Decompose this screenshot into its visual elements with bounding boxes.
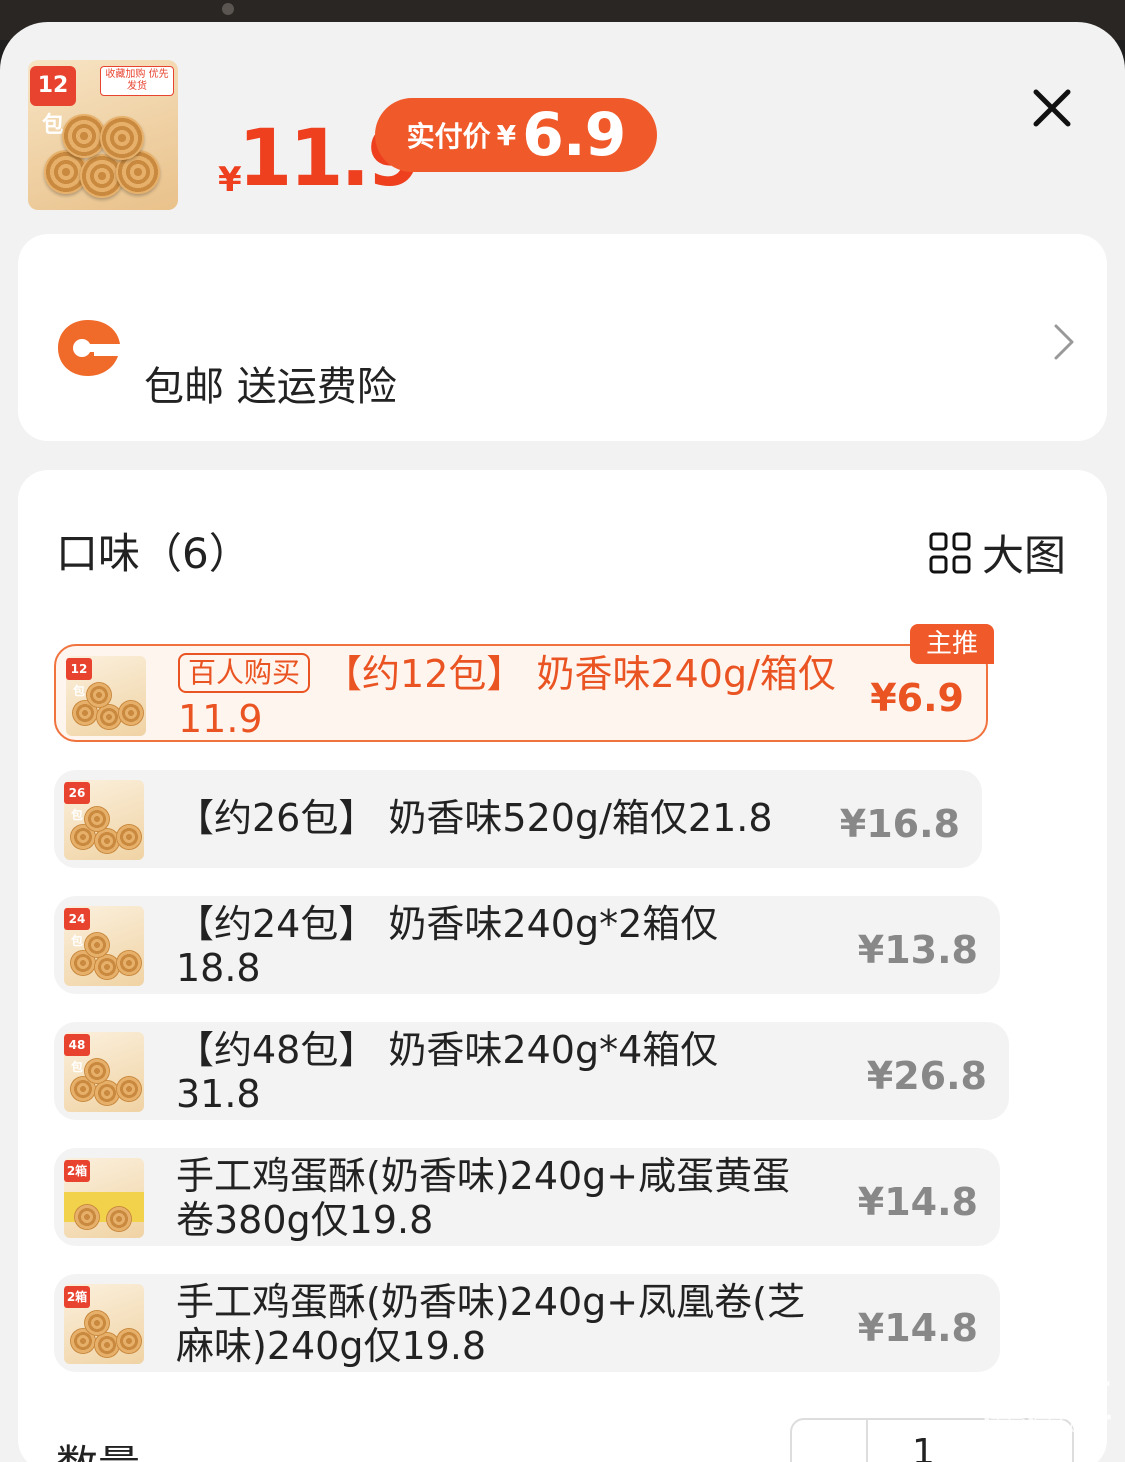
variant-name: 【约26包】 奶香味520g/箱仅21.8 <box>176 796 773 840</box>
variant-badge: 2箱 <box>64 1160 90 1182</box>
quantity-label: 数量 <box>56 1432 140 1462</box>
actual-price-pill: 实付价 ¥ 6.9 <box>375 98 657 172</box>
shipping-card[interactable]: 包邮 送运费险 <box>18 234 1107 441</box>
variant-price: ¥26.8 <box>866 1054 987 1098</box>
variant-section-title: 口味（6） <box>56 529 251 578</box>
variant-badge: 24包 <box>64 908 90 948</box>
big-picture-toggle[interactable]: 大图 <box>928 522 1066 583</box>
chevron-right-icon <box>1050 320 1078 364</box>
big-picture-label: 大图 <box>982 531 1067 580</box>
variant-option[interactable]: 2箱 手工鸡蛋酥(奶香味)240g+凤凰卷(芝麻味)240g仅19.8 ¥14.… <box>54 1274 1000 1372</box>
variant-thumbnail: 48包 <box>64 1032 144 1112</box>
variant-name: 百人购买 【约12包】 奶香味240g/箱仅11.9 <box>178 652 858 741</box>
variant-option[interactable]: 2箱 手工鸡蛋酥(奶香味)240g+咸蛋黄蛋卷380g仅19.8 ¥14.8 <box>54 1148 1000 1246</box>
stepper-divider <box>866 1420 868 1462</box>
variant-thumbnail: 2箱 <box>64 1284 144 1364</box>
grid-view-icon <box>929 532 971 573</box>
shipping-logo-icon <box>54 316 124 380</box>
variant-option[interactable]: 12包 百人购买 【约12包】 奶香味240g/箱仅11.9 ¥6.9 <box>54 644 988 742</box>
actual-price-currency: ¥ <box>496 118 517 152</box>
variant-option[interactable]: 26包 【约26包】 奶香味520g/箱仅21.8 ¥16.8 <box>54 770 982 868</box>
variant-price: ¥14.8 <box>857 1180 978 1224</box>
product-thumbnail[interactable]: 12包 收藏加购 优先发货 <box>28 60 178 210</box>
variant-badge: 12包 <box>66 658 92 698</box>
variant-price: ¥6.9 <box>870 676 964 720</box>
variant-name: 手工鸡蛋酥(奶香味)240g+咸蛋黄蛋卷380g仅19.8 <box>176 1154 791 1242</box>
camera-dot <box>222 3 234 15</box>
shipping-text: 包邮 送运费险 <box>144 364 397 410</box>
variant-thumbnail: 12包 <box>66 656 146 736</box>
variant-price: ¥13.8 <box>857 928 978 972</box>
variant-thumbnail: 24包 <box>64 906 144 986</box>
variant-name: 【约48包】 奶香味240g*4箱仅31.8 <box>176 1028 719 1116</box>
watermark-site: zhizhizhi.com <box>986 1416 1108 1437</box>
package-count-badge: 12包 <box>30 66 76 138</box>
variant-name: 手工鸡蛋酥(奶香味)240g+凤凰卷(芝麻味)240g仅19.8 <box>176 1280 805 1368</box>
variant-card: 口味（6） 大图 12包 百人购买【约12包】 奶香味240g/箱仅11.9 <box>18 470 1107 1462</box>
variant-thumbnail: 2箱 <box>64 1158 144 1238</box>
actual-price-label: 实付价 <box>406 120 491 153</box>
egg-roll-image <box>44 110 162 198</box>
variant-thumbnail: 26包 <box>64 780 144 860</box>
actual-price-amount: 6.9 <box>522 100 626 170</box>
variant-badge: 26包 <box>64 782 90 822</box>
hot-purchase-tag: 百人购买 <box>178 652 311 693</box>
variant-badge: 48包 <box>64 1034 90 1074</box>
variant-option[interactable]: 48包 【约48包】 奶香味240g*4箱仅31.8 ¥26.8 <box>54 1022 1009 1120</box>
variant-badge: 2箱 <box>64 1286 90 1308</box>
quantity-value[interactable]: 1 <box>912 1432 935 1462</box>
sku-sheet: 12包 收藏加购 优先发货 ¥ 11.9 实付价 ¥ 6.9 包邮 送运费险 口… <box>0 22 1125 1462</box>
priority-ship-tag: 收藏加购 优先发货 <box>100 66 174 96</box>
close-icon[interactable] <box>1030 86 1074 130</box>
variant-name: 【约24包】 奶香味240g*2箱仅18.8 <box>176 902 719 990</box>
variant-option[interactable]: 24包 【约24包】 奶香味240g*2箱仅18.8 ¥13.8 <box>54 896 1000 994</box>
variant-price: ¥16.8 <box>839 802 960 846</box>
recommended-tag: 主推 <box>910 624 994 664</box>
variant-price: ¥14.8 <box>857 1306 978 1350</box>
